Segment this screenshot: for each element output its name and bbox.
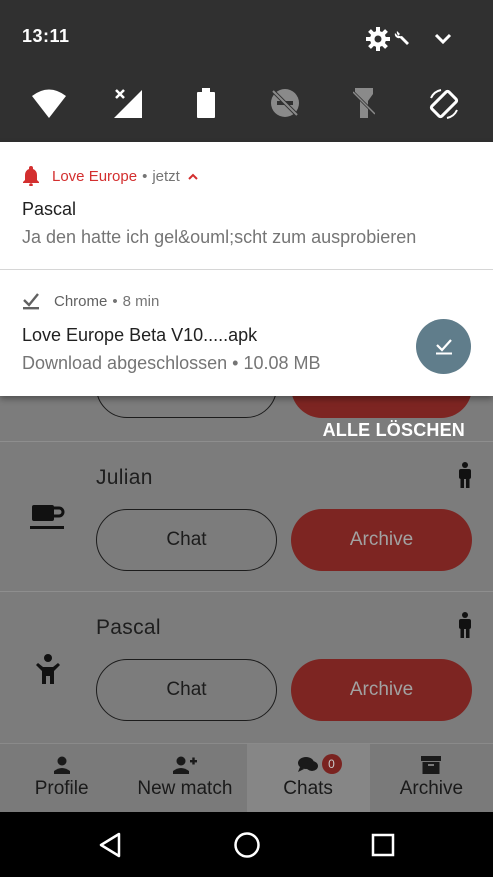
archive-box-icon	[421, 756, 442, 774]
wrench-icon	[394, 30, 410, 51]
archive-button[interactable]: Archive	[291, 659, 472, 721]
notification-header: Love Europe • jetzt	[22, 166, 198, 186]
flashlight-off-icon[interactable]	[351, 88, 377, 123]
quick-settings-panel: 13:11	[0, 0, 493, 142]
bell-icon	[22, 166, 40, 186]
nav-label: New match	[137, 778, 233, 799]
person-icon	[53, 756, 71, 774]
home-icon[interactable]	[233, 831, 261, 864]
auto-rotate-icon[interactable]	[428, 88, 460, 125]
match-card: Pascal Chat Archive	[0, 591, 493, 741]
male-person-icon	[457, 612, 473, 643]
chevron-down-icon[interactable]	[434, 32, 452, 50]
download-done-icon	[22, 292, 40, 310]
notification-header: Chrome • 8 min	[22, 292, 159, 310]
match-name: Julian	[96, 466, 153, 489]
nav-label: Chats	[283, 778, 333, 799]
unread-badge: 0	[321, 754, 342, 774]
chat-button[interactable]: Chat	[96, 659, 277, 721]
nav-archive[interactable]: Archive	[370, 744, 493, 812]
notification-title: Pascal	[22, 199, 77, 219]
chat-button[interactable]: Chat	[96, 509, 277, 571]
bottom-navigation: Profile New match 0 Chats Archive	[0, 743, 493, 812]
match-name: Pascal	[96, 616, 161, 639]
back-icon[interactable]	[98, 832, 122, 863]
notification-app-name: Chrome	[54, 292, 108, 310]
add-person-icon	[172, 756, 197, 774]
notification-love-europe[interactable]: Love Europe • jetzt Pascal Ja den hatte …	[0, 142, 493, 269]
coffee-cup-icon	[30, 502, 66, 537]
settings-gear-icon[interactable]	[366, 27, 390, 56]
separator-dot: •	[112, 292, 118, 310]
status-clock: 13:11	[22, 26, 70, 46]
separator-dot: •	[142, 167, 148, 185]
wifi-icon[interactable]	[32, 88, 66, 123]
notification-app-name: Love Europe	[52, 167, 138, 185]
recents-icon[interactable]	[371, 833, 395, 862]
nav-new-match[interactable]: New match	[123, 744, 246, 812]
notification-text: Ja den hatte ich gel&ouml;scht zum auspr…	[22, 227, 417, 247]
open-download-button[interactable]	[416, 319, 471, 374]
mobile-signal-icon[interactable]	[114, 88, 144, 123]
archive-button[interactable]: Archive	[291, 509, 472, 571]
child-icon	[36, 654, 60, 689]
notification-title: Love Europe Beta V10.....apk	[22, 325, 258, 345]
notification-text: Download abgeschlossen • 10.08 MB	[22, 353, 321, 373]
notification-time: jetzt	[152, 167, 180, 185]
system-navigation-bar	[0, 812, 493, 877]
match-card: Julian Chat Archive	[0, 441, 493, 591]
chat-bubbles-icon	[297, 756, 319, 774]
male-person-icon	[457, 462, 473, 493]
nav-label: Profile	[34, 778, 89, 799]
chevron-up-icon[interactable]	[188, 173, 198, 180]
nav-profile[interactable]: Profile	[0, 744, 123, 812]
notification-time: 8 min	[122, 292, 160, 310]
nav-chats[interactable]: 0 Chats	[246, 744, 370, 812]
do-not-disturb-off-icon[interactable]	[270, 88, 300, 123]
nav-label: Archive	[399, 778, 464, 799]
battery-icon[interactable]	[196, 88, 216, 123]
download-done-icon	[435, 338, 453, 355]
clear-all-notifications-button[interactable]: ALLE LÖSCHEN	[323, 420, 465, 441]
